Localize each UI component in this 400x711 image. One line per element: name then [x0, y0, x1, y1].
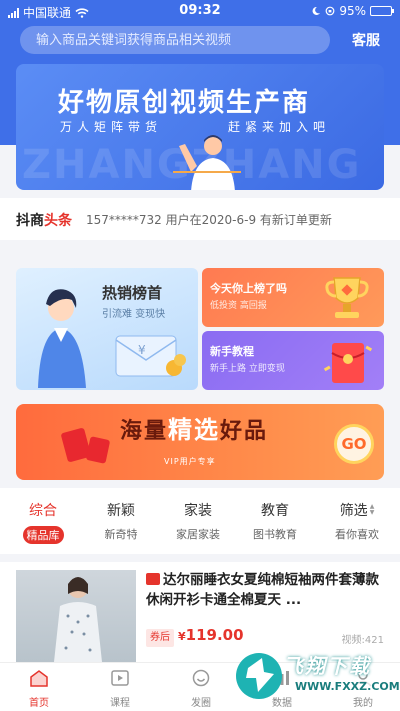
presenter-illustration [38, 289, 86, 388]
search-input[interactable] [20, 26, 330, 54]
play-icon [111, 670, 129, 686]
promo-subtitle: VIP用户专享 [164, 457, 216, 466]
orientation-lock-icon [325, 6, 335, 16]
hero-banner[interactable]: ZHANGZHANG 好物原创视频生产商 万人矩阵带货 赶紧来加入吧 [16, 64, 384, 190]
tab-label: 教育 [261, 503, 289, 519]
ticker-logo-b: 头条 [44, 213, 72, 229]
hot-sales-subtitle: 引流难 变现快 [102, 309, 166, 320]
home-icon [30, 670, 48, 687]
news-ticker[interactable]: 抖商头条 157*****732 用户在2020-6-9 有新订单更新 [0, 198, 400, 240]
video-count: 视频:421 [341, 635, 384, 646]
tab-sublabel: 图书教育 [253, 528, 297, 541]
banner-subtitle-left: 万人矩阵带货 [60, 120, 163, 134]
trophy-icon [325, 277, 369, 318]
feature-grid: 热销榜首 引流难 变现快 ¥ 今天你上榜了吗 低投资 高回报 新手教程 新手上路… [16, 268, 384, 390]
nav-moments[interactable]: 发圈 [176, 669, 226, 709]
product-title[interactable]: 达尔丽睡衣女夏纯棉短袖两件套薄款休闲开衫卡通全棉夏天 ... [146, 570, 386, 610]
product-image[interactable] [16, 570, 136, 662]
nav-label: 课程 [110, 698, 130, 709]
product-price: ¥119.00 [178, 626, 244, 644]
moon-icon [312, 6, 321, 15]
promo-title-highlight: 精选 [168, 416, 221, 444]
promo-title: 海量精选好品 [120, 418, 360, 444]
promo-banner[interactable]: 海量精选好品 VIP用户专享 GO [16, 404, 384, 480]
nav-label: 首页 [29, 698, 49, 709]
sort-arrows-icon: ▲ ▼ [369, 503, 375, 516]
nav-courses[interactable]: 课程 [95, 669, 145, 709]
tab-home-decor[interactable]: 家装 家居家装 [163, 500, 233, 542]
ticker-logo: 抖商头条 [16, 210, 72, 230]
tab-sublabel: 看你喜欢 [335, 528, 379, 541]
tutorial-card[interactable]: 新手教程 新手上路 立即变现 [202, 331, 384, 390]
banner-title: 好物原创视频生产商 [58, 88, 311, 118]
promo-title-a: 海量 [120, 419, 169, 444]
brand-url: WWW.FXXZ.COM [292, 680, 400, 693]
promo-title-b: 好品 [220, 419, 269, 444]
tab-sublabel: 新奇特 [104, 528, 138, 541]
tab-filter[interactable]: 筛选 ▲ ▼ 看你喜欢 [322, 500, 392, 542]
tmall-badge-icon [146, 573, 160, 585]
smile-icon [192, 669, 210, 687]
ticker-logo-a: 抖商 [16, 213, 44, 229]
status-bar: 中国联通 09:32 95% [0, 0, 400, 22]
tab-comprehensive[interactable]: 综合 精品库 [8, 500, 78, 544]
money-envelope-icon: ¥ [115, 335, 186, 377]
go-button[interactable]: GO [334, 424, 374, 464]
leaderboard-subtitle: 低投资 高回报 [210, 301, 267, 311]
category-tabs: 综合 精品库 新颖 新奇特 家装 家居家装 教育 图书教育 筛选 ▲ ▼ 看你喜欢 [0, 488, 400, 554]
model-photo-illustration [54, 577, 102, 662]
leaderboard-card[interactable]: 今天你上榜了吗 低投资 高回报 [202, 268, 384, 327]
brand-logo-icon [236, 653, 282, 699]
customer-service-button[interactable]: 客服 [352, 30, 380, 50]
svg-text:¥: ¥ [138, 343, 146, 357]
price-value: 119.00 [185, 626, 244, 644]
person-illustration [173, 135, 241, 190]
tab-label: 筛选 [339, 503, 368, 519]
tab-label: 综合 [29, 503, 57, 519]
search-row: 客服 [0, 26, 400, 54]
tab-label: 新颖 [107, 503, 135, 519]
battery-icon [370, 6, 394, 16]
battery-label: 95% [339, 4, 366, 18]
tutorial-title: 新手教程 [210, 345, 254, 358]
tab-sublabel: 家居家装 [176, 528, 220, 541]
product-title-text: 达尔丽睡衣女夏纯棉短袖两件套薄款休闲开衫卡通全棉夏天 ... [146, 572, 379, 608]
nav-home[interactable]: 首页 [14, 669, 64, 709]
leaderboard-title: 今天你上榜了吗 [210, 282, 287, 295]
hot-sales-card[interactable]: 热销榜首 引流难 变现快 ¥ [16, 268, 198, 390]
site-watermark: 飞翔下载 WWW.FXXZ.COM [234, 648, 400, 706]
product-item[interactable]: 达尔丽睡衣女夏纯棉短袖两件套薄款休闲开衫卡通全棉夏天 ... 券后 ¥119.0… [0, 562, 400, 662]
tab-novel[interactable]: 新颖 新奇特 [86, 500, 156, 542]
ticker-message: 157*****732 用户在2020-6-9 有新订单更新 [86, 213, 332, 227]
red-envelope-icon [323, 343, 373, 383]
coupon-badge: 券后 [146, 629, 174, 647]
tab-education[interactable]: 教育 图书教育 [240, 500, 310, 542]
brand-text: 飞翔下载 [283, 654, 371, 678]
tutorial-subtitle: 新手上路 立即变现 [210, 364, 285, 374]
tab-sublabel: 精品库 [22, 526, 64, 544]
currency-symbol: ¥ [178, 630, 186, 643]
envelope-icon [85, 436, 111, 464]
tab-label: 家装 [184, 503, 212, 519]
nav-label: 发圈 [191, 698, 211, 709]
hot-sales-title: 热销榜首 [102, 284, 163, 302]
